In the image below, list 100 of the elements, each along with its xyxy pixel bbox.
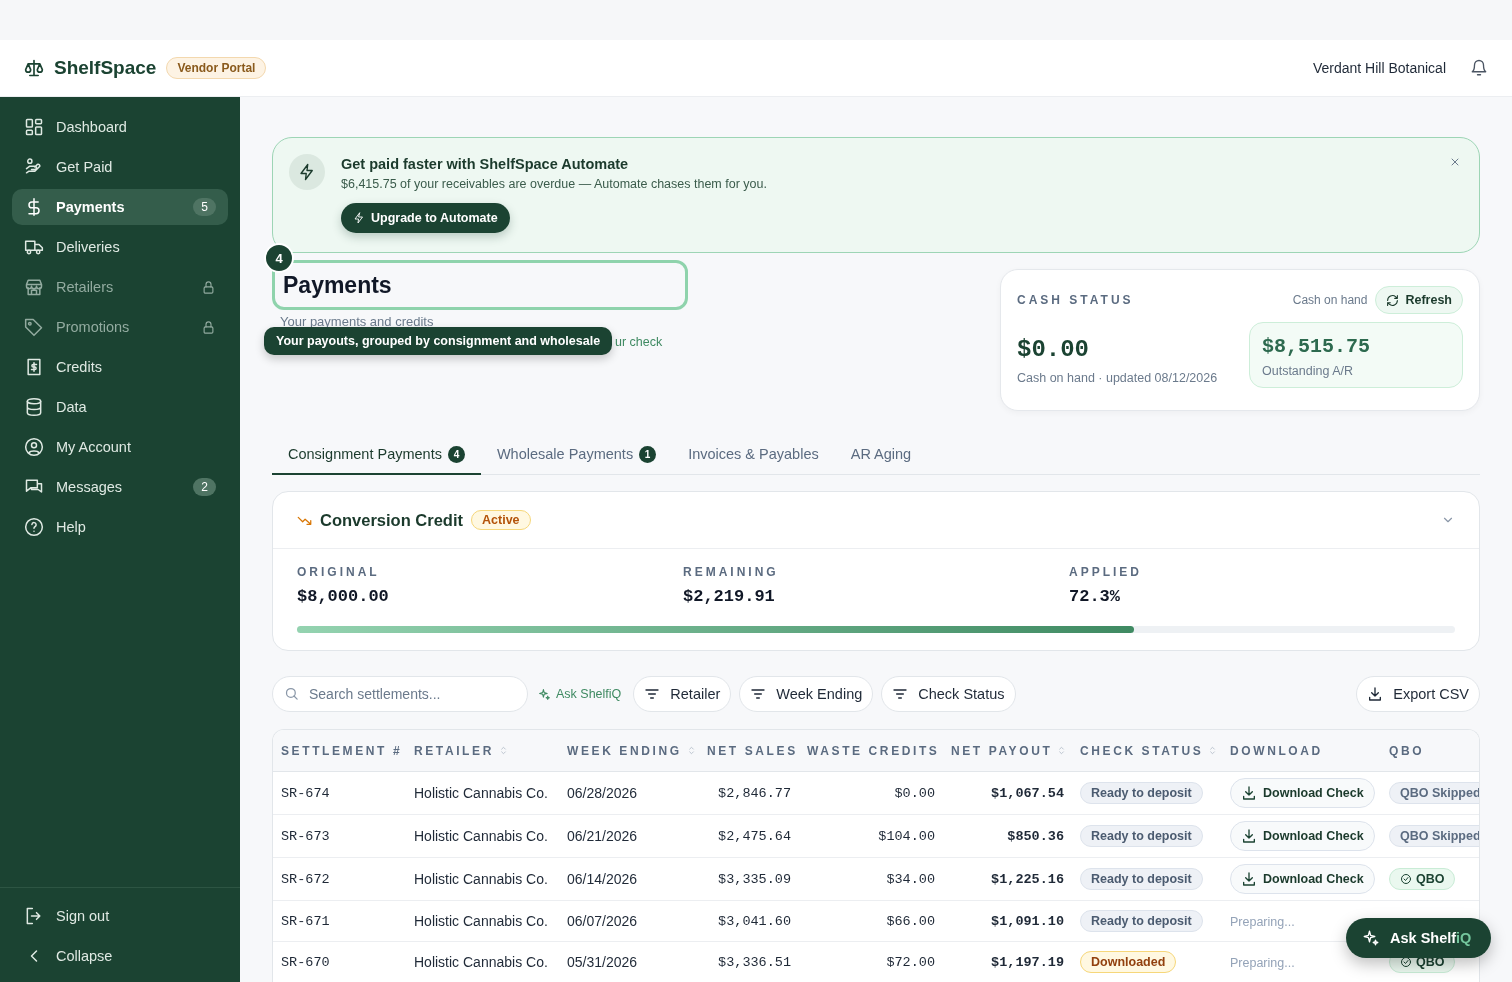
stat-value: $2,219.91: [683, 587, 776, 606]
sparkle-icon: [538, 687, 551, 701]
bell-icon: [1470, 59, 1488, 77]
filter-icon: [644, 686, 661, 702]
table-cell: $1,225.16: [991, 871, 1064, 887]
filter-icon: [750, 686, 767, 702]
table-cell: $1,197.19: [991, 954, 1064, 970]
receivables-amount: $8,515.75: [1262, 335, 1372, 358]
table-cell: SR-673: [281, 828, 330, 844]
preparing-text: Preparing...: [1230, 915, 1295, 929]
status-badge: Active: [471, 510, 531, 530]
sidebar-item[interactable]: Get Paid: [12, 149, 228, 185]
ask-link[interactable]: Ask ShelfiQ: [536, 687, 626, 701]
filter-button[interactable]: Retailer: [633, 676, 732, 712]
download-check-button[interactable]: Download Check: [1230, 778, 1375, 808]
table-cell: $3,336.51: [718, 954, 791, 970]
count-badge: 4: [447, 445, 465, 463]
sidebar-item[interactable]: Deliveries: [12, 229, 228, 265]
stat-value: $8,000.00: [297, 587, 390, 606]
status-badge: Ready to deposit: [1080, 910, 1203, 932]
table-cell: SR-674: [281, 785, 330, 801]
scale-logo-icon: [24, 58, 44, 78]
download-icon: [1241, 785, 1257, 801]
upgrade-button[interactable]: Upgrade to Automate: [341, 203, 510, 233]
account-name: Verdant Hill Botanical: [1312, 60, 1446, 76]
table-cell: 06/07/2026: [567, 913, 638, 929]
column-header: WASTE CREDITS: [807, 743, 940, 758]
search-field[interactable]: Search settlements...: [272, 676, 528, 712]
table-cell: $34.00: [886, 871, 935, 887]
filter-button[interactable]: Week Ending: [739, 676, 874, 712]
table-cell: $1,091.10: [991, 913, 1064, 929]
stat-label: ORIGINAL: [297, 565, 381, 579]
download-icon: [1367, 686, 1384, 702]
status-badge: Ready to deposit: [1080, 782, 1203, 804]
toggle-label: Cash on hand: [1292, 293, 1368, 307]
sidebar-item[interactable]: Data: [12, 389, 228, 425]
sidebar-item[interactable]: Retailers: [12, 269, 228, 305]
qbo-badge: QBO Skipped: [1389, 782, 1479, 804]
table-cell: $0.00: [894, 785, 935, 801]
truck-icon: [24, 237, 44, 257]
preparing-text: Preparing...: [1230, 956, 1295, 970]
table-cell: 05/31/2026: [567, 954, 638, 970]
tab[interactable]: Invoices & Payables: [672, 435, 835, 475]
status-badge: Ready to deposit: [1080, 825, 1203, 847]
column-header: NET SALES: [707, 743, 798, 758]
receipt-icon: [24, 357, 44, 377]
status-badge: Ready to deposit: [1080, 868, 1203, 890]
tab[interactable]: Wholesale Payments 1: [480, 435, 673, 475]
status-badge: Downloaded: [1080, 951, 1177, 973]
sidebar-item[interactable]: Messages 2: [12, 469, 228, 505]
sidebar-item[interactable]: Payments 5: [12, 189, 228, 225]
sidebar-item[interactable]: Sign out: [12, 898, 228, 934]
tab[interactable]: Consignment Payments 4: [272, 435, 481, 475]
tab[interactable]: AR Aging: [834, 435, 928, 475]
check-circle-icon: [1400, 956, 1412, 968]
table-cell: 06/14/2026: [567, 871, 638, 887]
card-heading: CASH STATUS: [1017, 293, 1135, 307]
sidebar-item[interactable]: Help: [12, 509, 228, 545]
stat-value: 72.3%: [1069, 587, 1121, 606]
check-circle-icon: [1400, 873, 1412, 885]
stat-label: APPLIED: [1069, 565, 1143, 579]
table-cell: 06/21/2026: [567, 828, 638, 844]
user-icon: [24, 437, 44, 457]
table-cell: $3,335.09: [718, 871, 791, 887]
close-icon: [1449, 156, 1461, 168]
lock-icon: [201, 279, 216, 295]
download-check-button[interactable]: Download Check: [1230, 821, 1375, 851]
dashboard-icon: [24, 117, 44, 137]
sidebar-item[interactable]: Promotions: [12, 309, 228, 345]
receivables-label: Outstanding A/R: [1262, 364, 1355, 378]
cash-caption: Cash on hand · updated 08/12/2026: [1017, 371, 1218, 385]
sidebar-item[interactable]: My Account: [12, 429, 228, 465]
filter-button[interactable]: Check Status: [881, 676, 1016, 712]
ask-assistant-button[interactable]: Ask ShelfiQ: [1346, 918, 1492, 958]
lock-icon: [201, 319, 216, 335]
sidebar-item[interactable]: Credits: [12, 349, 228, 385]
notifications-button[interactable]: [1470, 59, 1488, 77]
table-cell: SR-670: [281, 954, 330, 970]
close-button[interactable]: [1449, 156, 1461, 168]
table-cell: Holistic Cannabis Co.: [414, 871, 548, 887]
column-header: QBO: [1389, 743, 1425, 758]
table-cell: Holistic Cannabis Co.: [414, 913, 548, 929]
qbo-badge: QBO Skipped: [1389, 825, 1479, 847]
cash-amount: $0.00: [1017, 336, 1090, 363]
sidebar-item[interactable]: Collapse: [12, 938, 228, 974]
download-icon: [1241, 828, 1257, 844]
refresh-icon: [1386, 293, 1400, 307]
table-cell: Holistic Cannabis Co.: [414, 785, 548, 801]
refresh-button[interactable]: Refresh: [1375, 286, 1463, 314]
sidebar-item[interactable]: Dashboard: [12, 109, 228, 145]
help-icon: [24, 517, 44, 537]
credit-title: Conversion Credit: [320, 510, 464, 530]
download-icon: [1241, 871, 1257, 887]
table-cell: $2,475.64: [718, 828, 791, 844]
export-button[interactable]: Export CSV: [1356, 676, 1480, 712]
table-cell: $850.36: [1007, 828, 1064, 844]
banner-title: Get paid faster with ShelfSpace Automate: [341, 156, 630, 172]
tour-tooltip: Your payouts, grouped by consignment and wholesale: [264, 327, 613, 355]
hint-text: ur check: [615, 335, 663, 349]
download-check-button[interactable]: Download Check: [1230, 864, 1375, 894]
